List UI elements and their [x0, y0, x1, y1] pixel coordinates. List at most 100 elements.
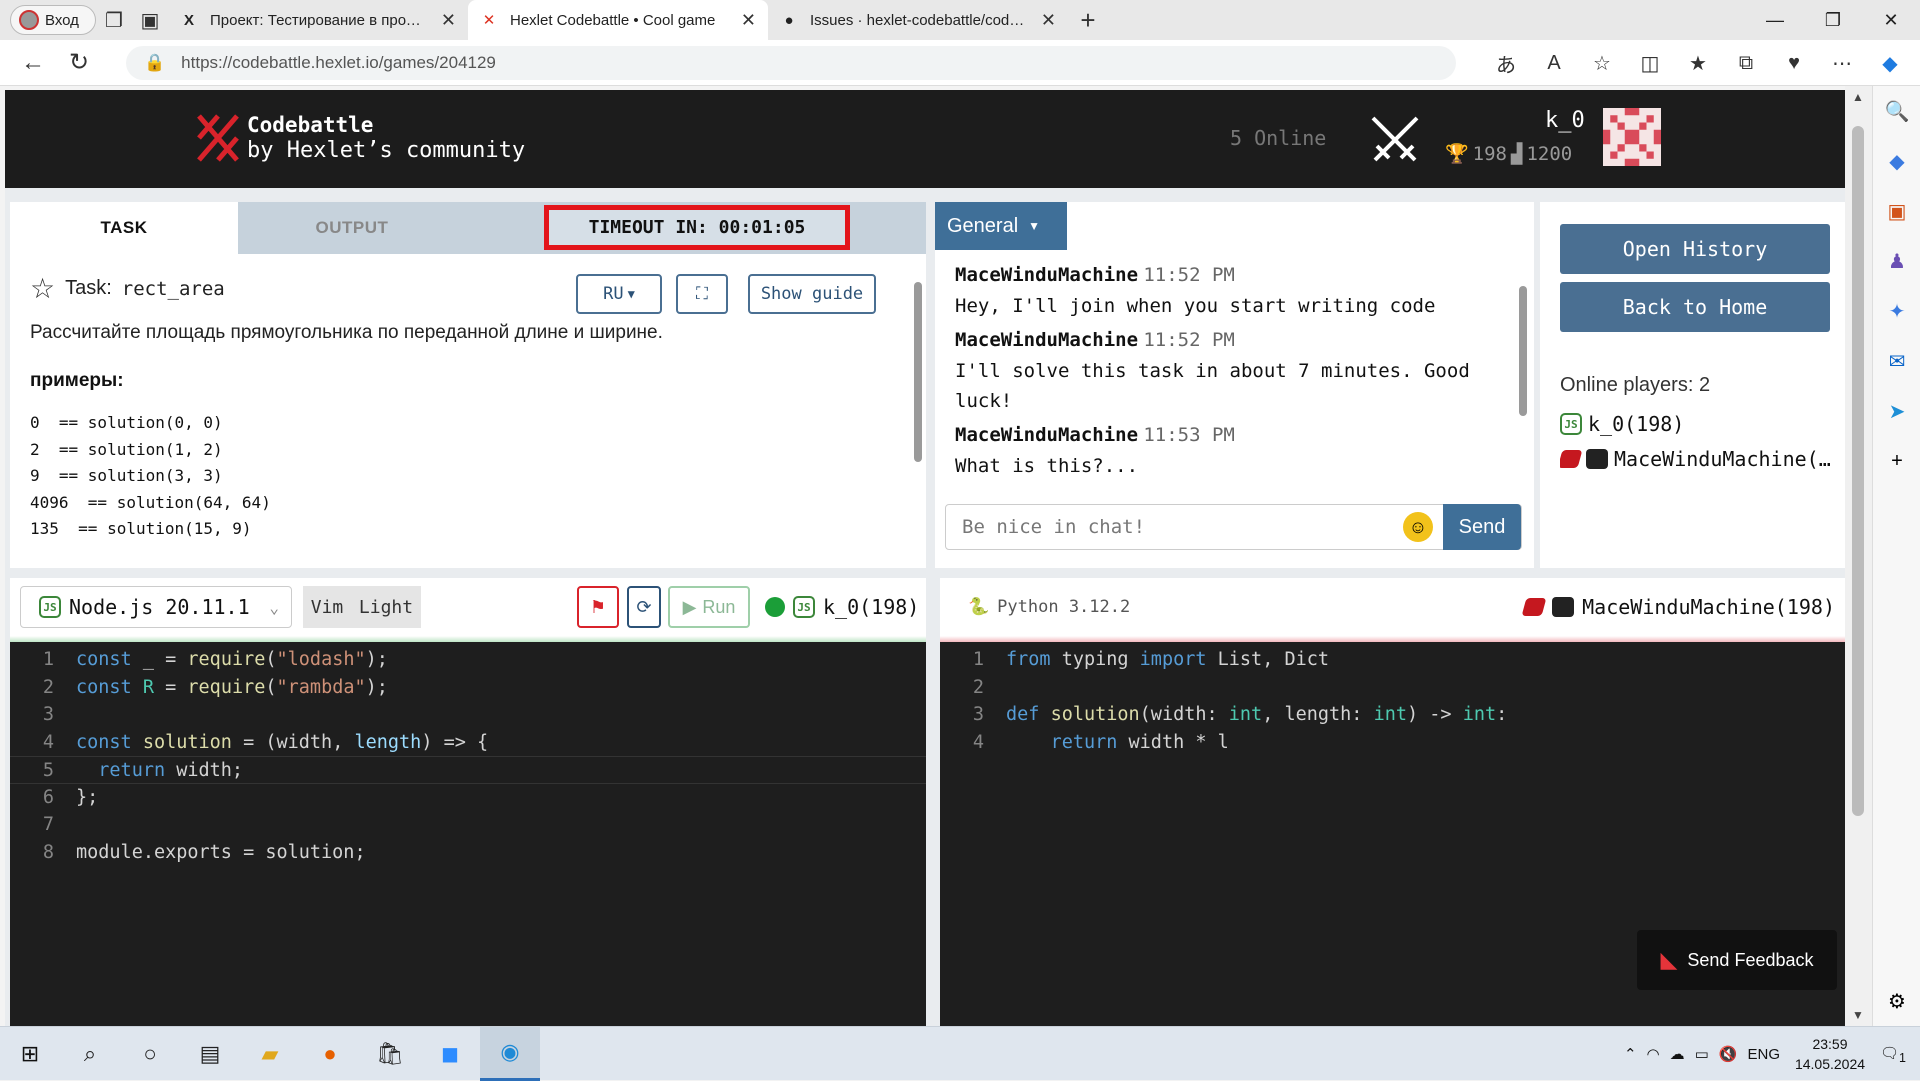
- open-history-button[interactable]: Open History: [1560, 224, 1830, 274]
- code-line: const R = require("rambda");: [76, 676, 388, 698]
- search-icon[interactable]: 🔍: [1873, 86, 1920, 136]
- nodejs-icon: JS: [793, 596, 815, 618]
- add-icon[interactable]: +: [1873, 436, 1920, 486]
- language-select[interactable]: JS Node.js 20.11.1 ⌄: [20, 586, 292, 628]
- scroll-down-icon[interactable]: ▼: [1852, 1008, 1864, 1022]
- browser-tab-codebattle[interactable]: ✕ Hexlet Codebattle • Cool game ✕: [468, 0, 768, 40]
- task-scrollbar[interactable]: [910, 254, 926, 568]
- send-feedback-button[interactable]: ◣ Send Feedback: [1637, 930, 1837, 990]
- battery-icon[interactable]: ▭: [1695, 1045, 1709, 1063]
- settings-gear-icon[interactable]: ⚙: [1873, 976, 1920, 1026]
- codebattle-logo-icon: [197, 114, 239, 162]
- cortana-icon[interactable]: ○: [120, 1027, 180, 1081]
- line-number: 1: [42, 649, 54, 670]
- vim-mode-toggle[interactable]: Vim: [303, 586, 351, 628]
- back-arrow-icon[interactable]: ←: [10, 43, 56, 83]
- performance-icon[interactable]: ♥: [1774, 46, 1814, 80]
- split-screen-icon[interactable]: ◫: [1630, 46, 1670, 80]
- task-name: rect_area: [121, 277, 225, 300]
- new-tab-icon[interactable]: +: [1068, 5, 1108, 36]
- network-icon[interactable]: ☁: [1670, 1045, 1685, 1063]
- firefox-icon[interactable]: ●: [300, 1027, 360, 1081]
- wifi-icon[interactable]: ◠: [1647, 1045, 1660, 1063]
- windows-start-icon[interactable]: ⊞: [0, 1027, 60, 1081]
- scroll-up-icon[interactable]: ▲: [1852, 90, 1864, 104]
- more-menu-icon[interactable]: ⋯: [1822, 46, 1862, 80]
- profile-button[interactable]: Вход: [10, 5, 96, 35]
- fullscreen-button[interactable]: ⛶: [676, 274, 728, 314]
- editor-player: MaceWinduMachine(198): [1521, 586, 1835, 628]
- task-view-icon[interactable]: ▤: [180, 1027, 240, 1081]
- tab-task[interactable]: TASK: [10, 202, 238, 254]
- workspaces-icon[interactable]: ❐: [96, 2, 132, 38]
- player-name: k_0(198): [823, 595, 920, 619]
- chevron-up-icon[interactable]: ⌃: [1624, 1045, 1637, 1063]
- github-favicon-icon: ●: [784, 11, 794, 29]
- brand-text: Codebattle by Hexlet’s community: [247, 112, 525, 164]
- close-tab-icon[interactable]: ✕: [441, 10, 456, 31]
- url-field[interactable]: 🔒 https://codebattle.hexlet.io/games/204…: [126, 46, 1456, 80]
- store-icon[interactable]: 🛍: [360, 1027, 420, 1081]
- code-line: module.exports = solution;: [76, 841, 366, 863]
- translate-icon[interactable]: あ: [1486, 46, 1526, 80]
- minimize-icon[interactable]: —: [1746, 0, 1804, 40]
- message-time: 11:52 PM: [1143, 329, 1235, 351]
- collections-icon[interactable]: ⧉: [1726, 46, 1766, 80]
- star-icon[interactable]: ☆: [30, 272, 55, 305]
- browser-tab-github[interactable]: ● Issues · hexlet-codebattle/codebattle …: [768, 0, 1068, 40]
- close-window-icon[interactable]: ✕: [1862, 0, 1920, 40]
- code-editor[interactable]: 1 const _ = require("lodash"); 2 const R =…: [10, 642, 926, 866]
- input-language[interactable]: ENG: [1747, 1046, 1780, 1063]
- browser-tab-project[interactable]: X Проект: Тестирование в продакшене ✕: [168, 0, 468, 40]
- send-button[interactable]: Send: [1443, 504, 1521, 550]
- show-guide-button[interactable]: Show guide: [748, 274, 876, 314]
- report-flag-button[interactable]: ⚑: [577, 586, 619, 628]
- copilot-icon[interactable]: ◆: [1870, 46, 1910, 80]
- reset-button[interactable]: ⟳: [627, 586, 661, 628]
- line-number: 8: [42, 841, 54, 863]
- favorite-star-icon[interactable]: ☆: [1582, 46, 1622, 80]
- send-icon[interactable]: ➤: [1873, 386, 1920, 436]
- language-ru-button[interactable]: RU ▼: [576, 274, 662, 314]
- task-panel: TASK OUTPUT TIMEOUT IN: 00:01:05 ☆ Task:…: [10, 202, 926, 568]
- player-item[interactable]: JS k_0(198): [1560, 412, 1840, 436]
- light-theme-toggle[interactable]: Light: [351, 586, 421, 628]
- user-identicon[interactable]: [1603, 108, 1661, 166]
- back-to-home-button[interactable]: Back to Home: [1560, 282, 1830, 332]
- tools-icon[interactable]: ▣: [1873, 186, 1920, 236]
- chat-message: MaceWinduMachine 11:52 PM I'll solve thi…: [955, 325, 1514, 416]
- file-explorer-icon[interactable]: ▰: [240, 1027, 300, 1081]
- emoji-icon[interactable]: ☺: [1403, 512, 1433, 542]
- codebattle-logo[interactable]: Codebattle by Hexlet’s community: [195, 112, 525, 164]
- chat-input[interactable]: Be nice in chat! ☺ Send: [945, 504, 1522, 550]
- maximize-icon[interactable]: ❐: [1804, 0, 1862, 40]
- clock[interactable]: 23:59 14.05.2024: [1790, 1034, 1870, 1074]
- username: k_0: [1545, 108, 1585, 133]
- shopping-tag-icon[interactable]: ◆: [1873, 136, 1920, 186]
- zoom-icon[interactable]: ◼: [420, 1027, 480, 1081]
- chat-channel-select[interactable]: General ▼: [935, 202, 1067, 250]
- close-tab-icon[interactable]: ✕: [741, 10, 756, 31]
- codebattle-favicon-icon: ✕: [482, 12, 496, 29]
- volume-icon[interactable]: 🔇: [1719, 1045, 1738, 1063]
- player-item[interactable]: MaceWinduMachine(198): [1560, 447, 1840, 471]
- scroll-thumb[interactable]: [1852, 126, 1864, 816]
- browser-tab-bar: Вход ❐ ▣ X Проект: Тестирование в продак…: [0, 0, 1920, 40]
- reload-icon[interactable]: ↻: [56, 43, 102, 83]
- chevron-down-icon: ⌄: [269, 597, 279, 617]
- tab-actions-icon[interactable]: ▣: [132, 2, 168, 38]
- outlook-icon[interactable]: ✉: [1873, 336, 1920, 386]
- games-icon[interactable]: ♟: [1873, 236, 1920, 286]
- close-tab-icon[interactable]: ✕: [1041, 10, 1056, 31]
- favorites-icon[interactable]: ★: [1678, 46, 1718, 80]
- search-taskbar-icon[interactable]: ⌕: [60, 1027, 120, 1081]
- chat-panel: General ▼ MaceWinduMachine 11:52 PM Hey,…: [935, 202, 1534, 568]
- run-button[interactable]: ▶ Run: [668, 586, 750, 628]
- notifications-icon[interactable]: 🗨1: [1880, 1044, 1906, 1065]
- edge-taskbar-icon[interactable]: ◉: [480, 1026, 540, 1081]
- copilot-sidebar-icon[interactable]: ✦: [1873, 286, 1920, 336]
- page-scrollbar[interactable]: ▲ ▼: [1845, 86, 1872, 1026]
- chat-scrollbar[interactable]: [1516, 262, 1530, 482]
- tab-output[interactable]: OUTPUT: [238, 202, 466, 254]
- read-aloud-icon[interactable]: A: [1534, 46, 1574, 80]
